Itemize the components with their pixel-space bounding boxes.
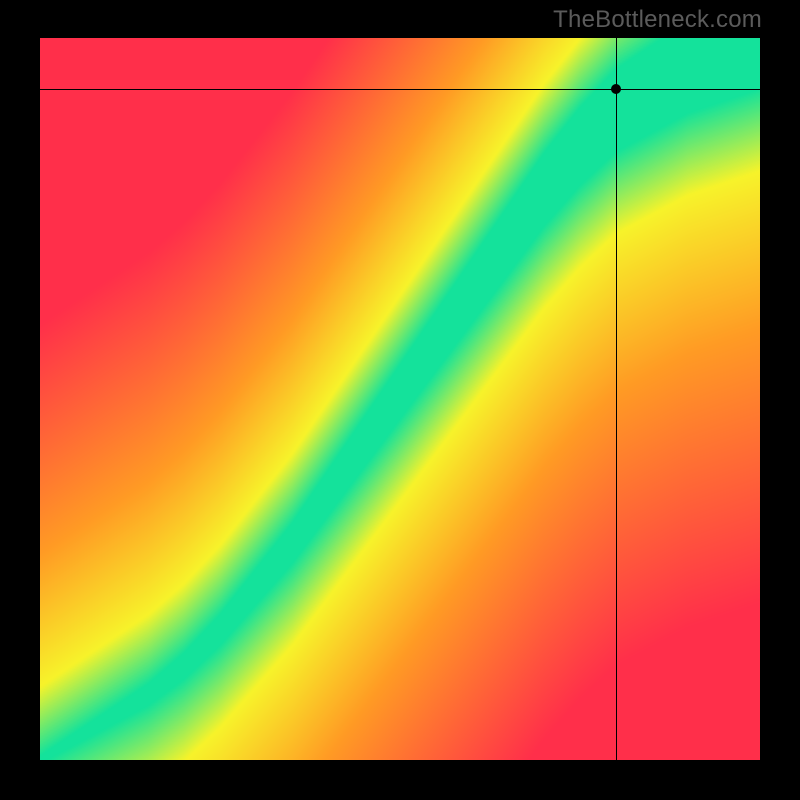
heatmap-canvas bbox=[40, 38, 760, 760]
marker-dot bbox=[611, 84, 621, 94]
heatmap-plot bbox=[40, 38, 760, 760]
crosshair-vertical bbox=[616, 38, 617, 760]
watermark-text: TheBottleneck.com bbox=[553, 6, 762, 34]
crosshair-horizontal bbox=[40, 89, 760, 90]
